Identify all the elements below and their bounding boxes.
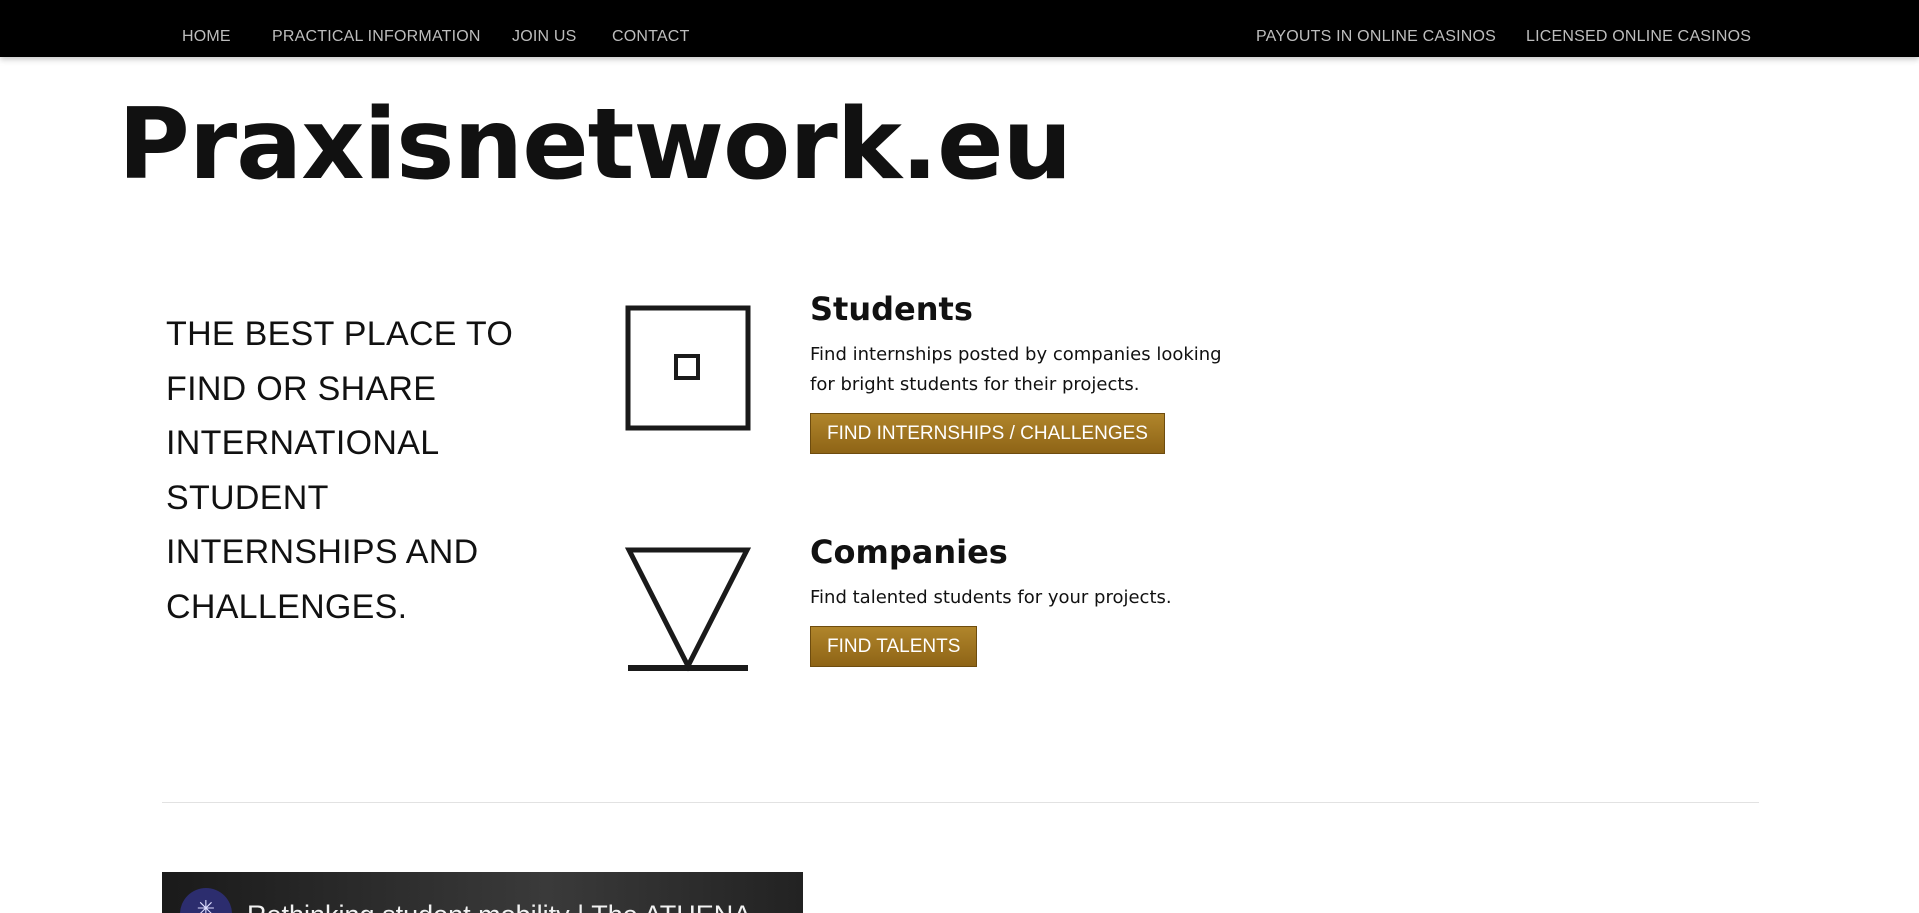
nav-join-us-link[interactable]: JOIN US <box>512 28 577 46</box>
students-heading: Students <box>810 290 973 328</box>
section-divider <box>162 802 1759 803</box>
top-navigation-bar: HOME PRACTICAL INFORMATION JOIN US CONTA… <box>0 0 1919 57</box>
sparkle-icon: ✳ <box>180 888 232 913</box>
companies-heading: Companies <box>810 533 1008 571</box>
nav-home-link[interactable]: HOME <box>182 28 231 46</box>
funnel-triangle-icon <box>624 547 752 672</box>
square-in-square-icon <box>625 305 751 431</box>
embedded-video[interactable]: ✳ Rethinking student mobility | The ATHE… <box>162 872 803 913</box>
nav-payouts-link[interactable]: PAYOUTS IN ONLINE CASINOS <box>1256 28 1496 46</box>
students-description: Find internships posted by companies loo… <box>810 344 1222 395</box>
tagline: THE BEST PLACE TO FIND OR SHARE INTERNAT… <box>166 315 514 626</box>
nav-practical-information-link[interactable]: PRACTICAL INFORMATION <box>272 28 481 46</box>
video-title[interactable]: Rethinking student mobility | The ATHENA <box>247 900 751 913</box>
find-internships-button[interactable]: FIND INTERNSHIPS / CHALLENGES <box>810 413 1165 454</box>
find-talents-button[interactable]: FIND TALENTS <box>810 626 978 667</box>
nav-licensed-casinos-link[interactable]: LICENSED ONLINE CASINOS <box>1526 28 1751 46</box>
nav-contact-link[interactable]: CONTACT <box>612 28 690 46</box>
companies-description: Find talented students for your projects… <box>810 587 1172 608</box>
site-title[interactable]: Praxisnetwork.eu <box>118 96 1072 194</box>
